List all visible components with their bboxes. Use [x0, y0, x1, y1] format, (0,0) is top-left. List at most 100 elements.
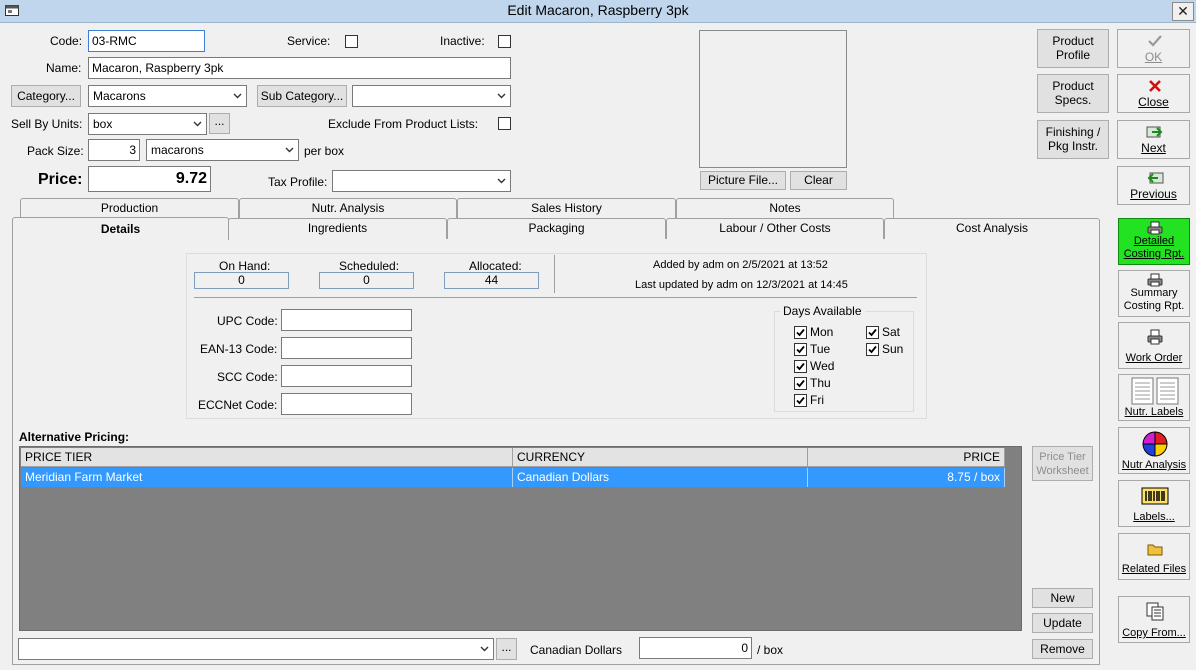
chevron-down-icon: [193, 121, 202, 127]
summary-costing-report-button[interactable]: Summary Costing Rpt.: [1118, 270, 1190, 317]
finishing-line2: Pkg Instr.: [1047, 139, 1099, 153]
ean-label: EAN-13 Code:: [200, 342, 278, 356]
subcategory-select[interactable]: [352, 85, 511, 107]
day-label-thu: Thu: [810, 376, 831, 390]
alt-pricing-title: Alternative Pricing:: [19, 430, 130, 444]
tab-production[interactable]: Production: [20, 198, 239, 218]
table-row-cell-tier[interactable]: Meridian Farm Market: [21, 468, 513, 487]
remove-button[interactable]: Remove: [1032, 639, 1093, 659]
tax-profile-select[interactable]: [332, 170, 511, 192]
updated-by-text: Last updated by adm on 12/3/2021 at 14:4…: [635, 279, 848, 291]
table-row-cell-price[interactable]: 8.75 / box: [808, 468, 1005, 487]
price-tier-worksheet-button[interactable]: Price Tier Worksheet: [1032, 446, 1093, 481]
day-checkbox-sun[interactable]: [866, 343, 879, 356]
close-icon: [1149, 80, 1161, 92]
exclude-checkbox[interactable]: [498, 117, 511, 130]
update-button[interactable]: Update: [1032, 613, 1093, 633]
scc-input[interactable]: [281, 365, 412, 387]
copy-from-button[interactable]: Copy From...: [1118, 596, 1190, 643]
tier-price-input[interactable]: 0: [639, 637, 752, 659]
column-header-currency[interactable]: CURRENCY: [513, 448, 808, 467]
tab-labour-other-costs[interactable]: Labour / Other Costs: [666, 218, 884, 239]
ean-input[interactable]: [281, 337, 412, 359]
nutr-analysis-button[interactable]: Nutr Analysis: [1118, 427, 1190, 474]
finishing-line1: Finishing /: [1045, 125, 1101, 139]
price-tier-select[interactable]: [18, 638, 494, 660]
category-value: Macarons: [93, 89, 146, 103]
tab-sales-history[interactable]: Sales History: [457, 198, 676, 218]
window-title: Edit Macaron, Raspberry 3pk: [507, 2, 689, 18]
product-profile-button[interactable]: Product Profile: [1037, 29, 1109, 68]
tab-packaging[interactable]: Packaging: [447, 218, 666, 239]
name-input[interactable]: Macaron, Raspberry 3pk: [88, 57, 511, 79]
inactive-checkbox[interactable]: [498, 35, 511, 48]
new-button[interactable]: New: [1032, 588, 1093, 608]
day-checkbox-wed[interactable]: [794, 360, 807, 373]
column-header-price-tier[interactable]: PRICE TIER: [21, 448, 513, 467]
product-picture: [699, 30, 847, 168]
eccnet-input[interactable]: [281, 393, 412, 415]
alt-pricing-grid: PRICE TIER CURRENCY PRICE Meridian Farm …: [19, 446, 1022, 631]
nutrition-labels-icon: [1131, 377, 1179, 405]
on-hand-value: 0: [194, 272, 289, 289]
checkmark-icon: [868, 328, 877, 337]
related-files-button[interactable]: Related Files: [1118, 533, 1190, 580]
subcategory-button[interactable]: Sub Category...: [257, 85, 347, 107]
sell-by-select[interactable]: box: [88, 113, 207, 135]
day-checkbox-thu[interactable]: [794, 377, 807, 390]
tab-ingredients[interactable]: Ingredients: [228, 218, 447, 239]
work-order-button[interactable]: Work Order: [1118, 322, 1190, 369]
checkmark-icon: [796, 345, 805, 354]
close-button[interactable]: Close: [1117, 74, 1190, 113]
upc-label: UPC Code:: [217, 314, 278, 328]
nutr-labels-button[interactable]: Nutr. Labels: [1118, 374, 1190, 421]
pack-unit-select[interactable]: macarons: [146, 139, 299, 161]
copy-icon: [1146, 602, 1164, 621]
tab-cost-analysis[interactable]: Cost Analysis: [884, 218, 1100, 239]
next-button[interactable]: Next: [1117, 120, 1190, 159]
category-select[interactable]: Macarons: [88, 85, 247, 107]
tier-ellipsis-button[interactable]: ...: [496, 638, 517, 660]
product-specs-line2: Specs.: [1054, 93, 1092, 107]
window-close-button[interactable]: ✕: [1172, 2, 1194, 21]
eccnet-label: ECCNet Code:: [198, 398, 278, 412]
column-header-price[interactable]: PRICE: [808, 448, 1005, 467]
worksheet-line1: Price Tier: [1039, 451, 1086, 463]
day-checkbox-mon[interactable]: [794, 326, 807, 339]
tab-details[interactable]: Details: [12, 217, 229, 240]
picture-clear-button[interactable]: Clear: [790, 171, 847, 190]
category-button[interactable]: Category...: [11, 85, 81, 107]
added-by-text: Added by adm on 2/5/2021 at 13:52: [653, 259, 828, 271]
checkmark-icon: [1148, 35, 1162, 47]
upc-input[interactable]: [281, 309, 412, 331]
pack-unit-value: macarons: [151, 143, 204, 157]
tier-unit-label: / box: [757, 643, 784, 657]
price-label: Price:: [38, 171, 83, 188]
labels-button[interactable]: Labels...: [1118, 480, 1190, 527]
tab-nutr-analysis[interactable]: Nutr. Analysis: [239, 198, 457, 218]
chevron-down-icon: [497, 93, 506, 99]
table-row-cell-currency[interactable]: Canadian Dollars: [513, 468, 808, 487]
units-ellipsis-button[interactable]: ...: [209, 113, 230, 134]
service-checkbox[interactable]: [345, 35, 358, 48]
price-input[interactable]: 9.72: [88, 166, 211, 192]
picture-file-button[interactable]: Picture File...: [700, 171, 786, 190]
scc-label: SCC Code:: [217, 370, 278, 384]
day-checkbox-sat[interactable]: [866, 326, 879, 339]
checkmark-icon: [868, 345, 877, 354]
previous-button[interactable]: Previous: [1117, 166, 1190, 205]
product-profile-line1: Product: [1052, 34, 1094, 48]
detailed-costing-report-button[interactable]: Detailed Costing Rpt.: [1118, 218, 1190, 265]
finishing-button[interactable]: Finishing / Pkg Instr.: [1037, 120, 1109, 159]
ok-button[interactable]: OK: [1117, 29, 1190, 68]
day-checkbox-tue[interactable]: [794, 343, 807, 356]
product-specs-button[interactable]: Product Specs.: [1037, 74, 1109, 113]
chevron-down-icon: [285, 147, 294, 153]
tab-notes[interactable]: Notes: [676, 198, 894, 218]
day-checkbox-fri[interactable]: [794, 394, 807, 407]
pack-size-input[interactable]: 3: [88, 139, 140, 161]
divider-vertical: [554, 255, 555, 293]
sell-by-value: box: [93, 117, 113, 131]
code-input[interactable]: 03-RMC: [88, 30, 205, 52]
previous-arrow-icon: [1147, 172, 1164, 184]
